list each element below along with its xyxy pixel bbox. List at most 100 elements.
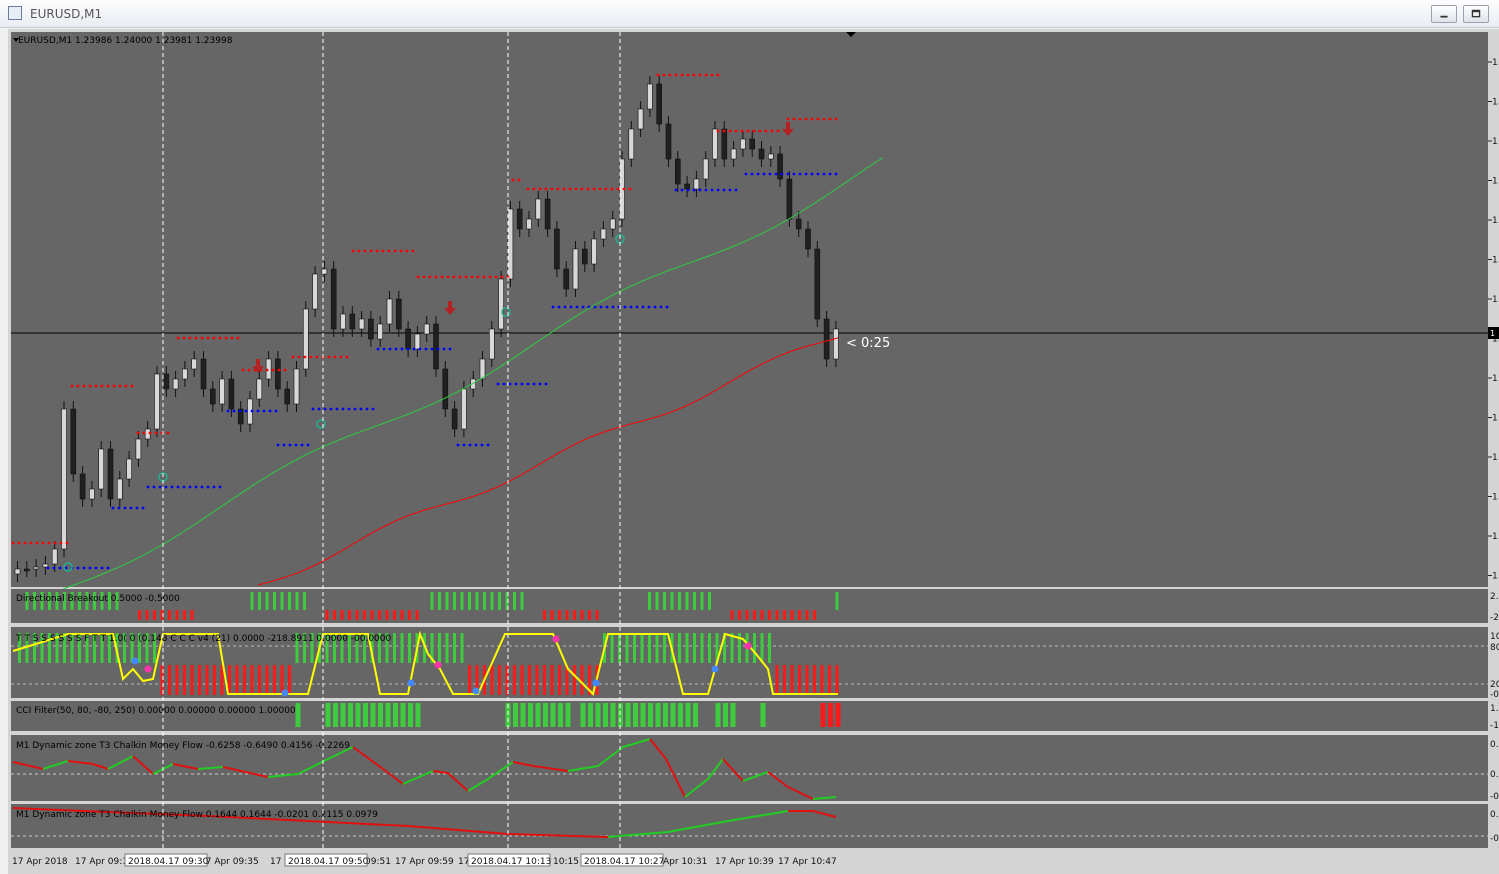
cci-filter-bar xyxy=(385,703,391,727)
breakout-bar-down xyxy=(355,610,359,620)
p5-axis-bottom: -0 xyxy=(1490,834,1499,844)
resistance-dot xyxy=(476,275,480,279)
support-dot xyxy=(250,409,254,413)
candle-body xyxy=(368,318,374,340)
breakout-bar-down xyxy=(745,610,749,620)
support-dot xyxy=(282,443,286,447)
support-dot xyxy=(647,305,651,309)
resistance-dot xyxy=(680,73,684,77)
chart-frame[interactable]: EURUSD,M1 1.23986 1.24000 1.23981 1.2399… xyxy=(8,29,1499,874)
resistance-dot xyxy=(592,187,596,191)
candle-body xyxy=(451,408,458,430)
restore-button[interactable] xyxy=(1463,5,1489,23)
support-dot xyxy=(430,347,434,351)
candle-body xyxy=(823,318,830,360)
support-dot xyxy=(141,506,145,510)
breakout-bar-up xyxy=(280,592,284,610)
resistance-dot xyxy=(556,187,560,191)
resistance-dot xyxy=(716,73,720,77)
support-dot xyxy=(544,382,548,386)
cci-filter-bar xyxy=(693,703,698,727)
candle-body xyxy=(349,313,356,330)
cci-filter-bar xyxy=(393,703,398,727)
resistance-dot xyxy=(482,275,486,279)
support-dot xyxy=(400,347,404,351)
cci-bar-down xyxy=(490,665,494,695)
resistance-dot xyxy=(291,355,295,359)
cci-bar-down xyxy=(228,665,231,695)
resistance-dot xyxy=(297,355,301,359)
time-axis-label: 17 Apr 2018 xyxy=(12,857,68,867)
cci-filter-bar xyxy=(685,703,691,727)
support-dot xyxy=(502,382,506,386)
support-dot xyxy=(158,485,162,489)
candle-body xyxy=(516,208,523,230)
candle-body xyxy=(665,123,672,160)
resistance-dot xyxy=(369,249,373,253)
support-dot xyxy=(698,188,702,192)
breakout-bar-up xyxy=(663,592,666,610)
cci-bar-up xyxy=(678,633,681,663)
breakout-bar-down xyxy=(138,610,141,620)
price-tick-label: 1. xyxy=(1492,414,1499,424)
support-dot xyxy=(188,485,192,489)
resistance-dot xyxy=(142,431,146,435)
breakout-bar-down xyxy=(760,610,764,620)
breakout-bar-up xyxy=(490,592,494,610)
chart-canvas[interactable]: EURUSD,M1 1.23986 1.24000 1.23981 1.2399… xyxy=(8,29,1499,874)
cci-filter-bar xyxy=(828,703,833,727)
candle-body xyxy=(340,313,346,330)
candle-body xyxy=(572,248,579,290)
support-dot xyxy=(406,347,410,351)
cci-bar-up xyxy=(438,633,441,663)
support-dot xyxy=(828,172,832,176)
price-axis[interactable] xyxy=(1488,32,1499,587)
cci-signal-icon xyxy=(144,665,152,673)
window-title: EURUSD,M1 xyxy=(30,7,103,21)
resistance-dot xyxy=(106,384,110,388)
time-axis-label: 17 Apr 09:35 xyxy=(200,857,259,867)
minimize-button[interactable] xyxy=(1431,5,1457,23)
p3-axis-bottom: -1 xyxy=(1490,721,1499,731)
breakout-bar-down xyxy=(595,610,599,620)
cci-bar-down xyxy=(573,665,576,695)
resistance-dot xyxy=(598,187,602,191)
cci-filter-bar xyxy=(663,703,668,727)
cci-bar-down xyxy=(828,665,831,695)
candle-body xyxy=(117,478,123,500)
resistance-dot xyxy=(656,73,660,77)
time-axis-label: 17 Apr 09:59 xyxy=(395,857,454,867)
resistance-dot xyxy=(770,129,774,133)
cci-signal-icon xyxy=(744,642,752,650)
cci-filter-bar xyxy=(363,703,368,727)
support-dot xyxy=(256,409,260,413)
candle-body xyxy=(293,368,300,405)
support-dot xyxy=(680,188,684,192)
cci-bar-up xyxy=(633,633,636,663)
resistance-dot xyxy=(562,187,566,191)
cci-filter-bar xyxy=(678,703,683,727)
support-dot xyxy=(194,485,198,489)
resistance-dot xyxy=(698,73,702,77)
directional-breakout-label: Directional Breakout 0.5000 -0.5000 xyxy=(16,594,180,604)
cci-bar-down xyxy=(580,665,584,695)
cci-bar-down xyxy=(250,665,254,695)
resistance-dot xyxy=(23,541,27,545)
directional-breakout-panel[interactable] xyxy=(11,589,1488,623)
candle-body xyxy=(461,388,467,430)
support-dot xyxy=(212,485,216,489)
cci-filter-label: CCI Filter(50, 80, -80, 250) 0.00000 0.0… xyxy=(16,706,296,716)
candle-body xyxy=(377,323,384,340)
support-dot xyxy=(448,347,452,351)
candle-body xyxy=(154,373,160,430)
support-dot xyxy=(274,409,278,413)
cci-bar-down xyxy=(205,665,209,695)
support-dot xyxy=(262,409,266,413)
breakout-bar-down xyxy=(415,610,419,620)
cci-filter-bar xyxy=(340,703,346,727)
main-chart-area[interactable] xyxy=(11,32,1488,587)
support-dot xyxy=(557,305,561,309)
support-dot xyxy=(123,506,127,510)
breakout-bar-up xyxy=(460,592,464,610)
support-dot xyxy=(94,566,98,570)
